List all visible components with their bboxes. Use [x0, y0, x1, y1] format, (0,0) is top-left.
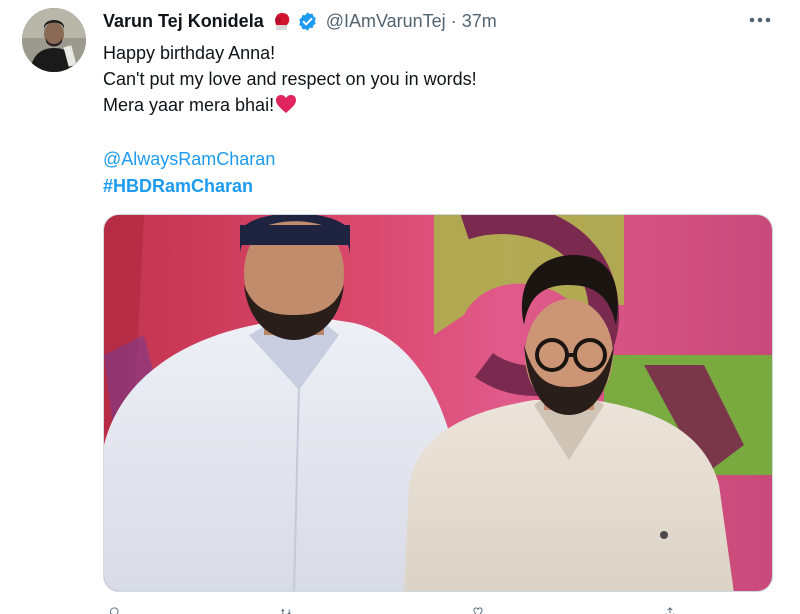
red-heart-icon — [276, 95, 297, 113]
boxing-glove-icon — [274, 13, 289, 30]
hashtag-link[interactable]: #HBDRamCharan — [103, 173, 253, 199]
tweet-header: Varun Tej Konidela @IAmVarunTej · 37m — [103, 9, 497, 33]
tweet-timestamp[interactable]: 37m — [462, 11, 497, 32]
share-icon[interactable] — [659, 604, 681, 614]
tweet-text: Happy birthday Anna! Can't put my love a… — [103, 40, 477, 118]
reply-icon[interactable] — [103, 604, 125, 614]
tweet-photo[interactable] — [103, 214, 773, 592]
mention-link[interactable]: @AlwaysRamCharan — [103, 146, 275, 172]
tweet-line-2: Can't put my love and respect on you in … — [103, 69, 477, 89]
author-avatar[interactable] — [22, 8, 86, 72]
tweet-actions — [103, 604, 773, 614]
verified-badge-icon — [298, 11, 316, 31]
more-icon[interactable] — [746, 8, 774, 32]
like-icon[interactable] — [467, 604, 489, 614]
author-handle[interactable]: @IAmVarunTej — [326, 11, 446, 32]
tweet-line-3: Mera yaar mera bhai! — [103, 92, 477, 118]
separator-dot: · — [450, 10, 457, 31]
retweet-icon[interactable] — [275, 604, 297, 614]
tweet[interactable]: Varun Tej Konidela @IAmVarunTej · 37m Ha… — [0, 0, 800, 614]
author-name[interactable]: Varun Tej Konidela — [103, 11, 264, 32]
tweet-line-3-text: Mera yaar mera bhai! — [103, 95, 275, 115]
tweet-line-1: Happy birthday Anna! — [103, 43, 276, 63]
